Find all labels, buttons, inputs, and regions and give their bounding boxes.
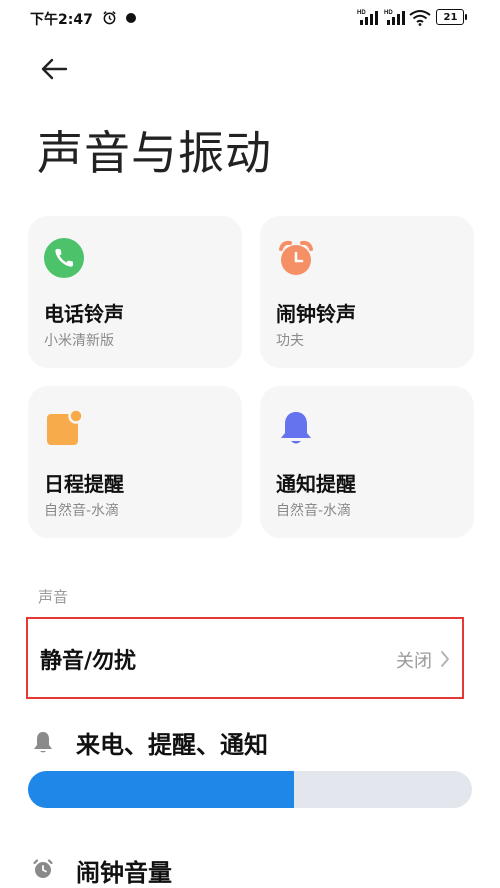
alarm-clock-icon [279, 240, 313, 275]
mute-dnd-row[interactable]: 静音/勿扰 关闭 [26, 617, 464, 699]
back-arrow-icon[interactable] [38, 54, 70, 84]
ringtone-card[interactable]: 电话铃声 小米清新版 [28, 216, 242, 368]
mute-dnd-label: 静音/勿扰 [40, 649, 137, 674]
ring-volume-label: 来电、提醒、通知 [76, 731, 268, 759]
wifi-icon [409, 10, 431, 26]
notification-reminder-card[interactable]: 通知提醒 自然音-水滴 [260, 386, 474, 538]
alarm-status-icon [103, 11, 116, 25]
svg-text:HD: HD [384, 10, 393, 16]
ring-volume-slider-fill [28, 771, 295, 808]
battery-level: 21 [443, 12, 458, 23]
card-subtitle: 自然音-水滴 [44, 503, 120, 519]
card-title: 日程提醒 [44, 472, 124, 496]
status-bar: 下午2:47 HD HD 21 [0, 0, 500, 36]
card-subtitle: 功夫 [276, 333, 304, 349]
battery-indicator: 21 [436, 9, 467, 25]
bell-icon [34, 732, 52, 753]
alarm-volume-label: 闹钟音量 [76, 859, 172, 887]
svg-text:HD: HD [357, 10, 366, 16]
card-subtitle: 小米清新版 [44, 333, 114, 349]
page-title: 声音与振动 [37, 126, 272, 180]
alarm-clock-icon [33, 859, 53, 878]
hd-signal-icon: HD [384, 10, 405, 25]
section-label-sound: 声音 [38, 588, 69, 606]
calendar-reminder-card[interactable]: 日程提醒 自然音-水滴 [28, 386, 242, 538]
card-subtitle: 自然音-水滴 [276, 503, 352, 519]
bell-icon [281, 412, 311, 444]
calendar-note-icon [47, 408, 84, 445]
card-title: 电话铃声 [44, 302, 124, 326]
notification-dot-icon [126, 13, 136, 23]
hd-signal-icon: HD [357, 10, 378, 25]
mute-dnd-status: 关闭 [396, 651, 432, 672]
card-title: 闹钟铃声 [276, 302, 356, 326]
chevron-right-icon [441, 651, 449, 667]
ring-volume-slider[interactable] [28, 771, 472, 808]
alarm-ringtone-card[interactable]: 闹钟铃声 功夫 [260, 216, 474, 368]
phone-icon [44, 238, 84, 278]
card-title: 通知提醒 [276, 472, 356, 496]
status-time: 下午2:47 [30, 12, 93, 28]
